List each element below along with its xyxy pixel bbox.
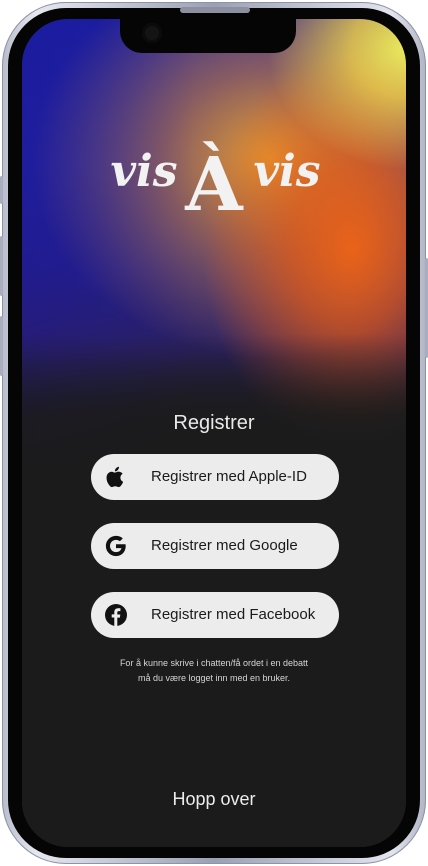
- logo-letter-center: À: [184, 140, 244, 224]
- app-screen: vis À vis Registrer Registrer med Apple-…: [22, 19, 406, 847]
- google-icon: [105, 535, 126, 557]
- register-facebook-button[interactable]: Registrer med Facebook: [91, 592, 339, 638]
- skip-button[interactable]: Hopp over: [22, 789, 406, 810]
- side-button-volume-up: [0, 236, 3, 296]
- register-facebook-label: Registrer med Facebook: [151, 606, 316, 623]
- register-google-button[interactable]: Registrer med Google: [91, 523, 339, 569]
- notch: [120, 19, 296, 53]
- facebook-icon: [105, 604, 127, 626]
- apple-icon: [106, 466, 124, 488]
- logo-word-right: vis: [253, 146, 320, 197]
- register-google-label: Registrer med Google: [151, 537, 298, 554]
- login-info-line-1: For å kunne skrive i chatten/få ordet i …: [119, 658, 309, 668]
- vis-a-vis-logo: vis À vis: [110, 140, 320, 224]
- login-info-line-2: må du være logget inn med en bruker.: [137, 673, 291, 683]
- front-camera: [142, 23, 162, 43]
- speaker-grille: [180, 7, 250, 13]
- side-button-volume-down: [0, 316, 3, 376]
- logo-word-left: vis: [110, 146, 177, 197]
- register-title: Registrer: [173, 412, 255, 434]
- register-apple-label: Registrer med Apple-ID: [151, 468, 307, 485]
- login-info-note: For å kunne skrive i chatten/få ordet i …: [82, 656, 346, 686]
- side-button-mute: [0, 176, 3, 204]
- register-apple-button[interactable]: Registrer med Apple-ID: [91, 454, 339, 500]
